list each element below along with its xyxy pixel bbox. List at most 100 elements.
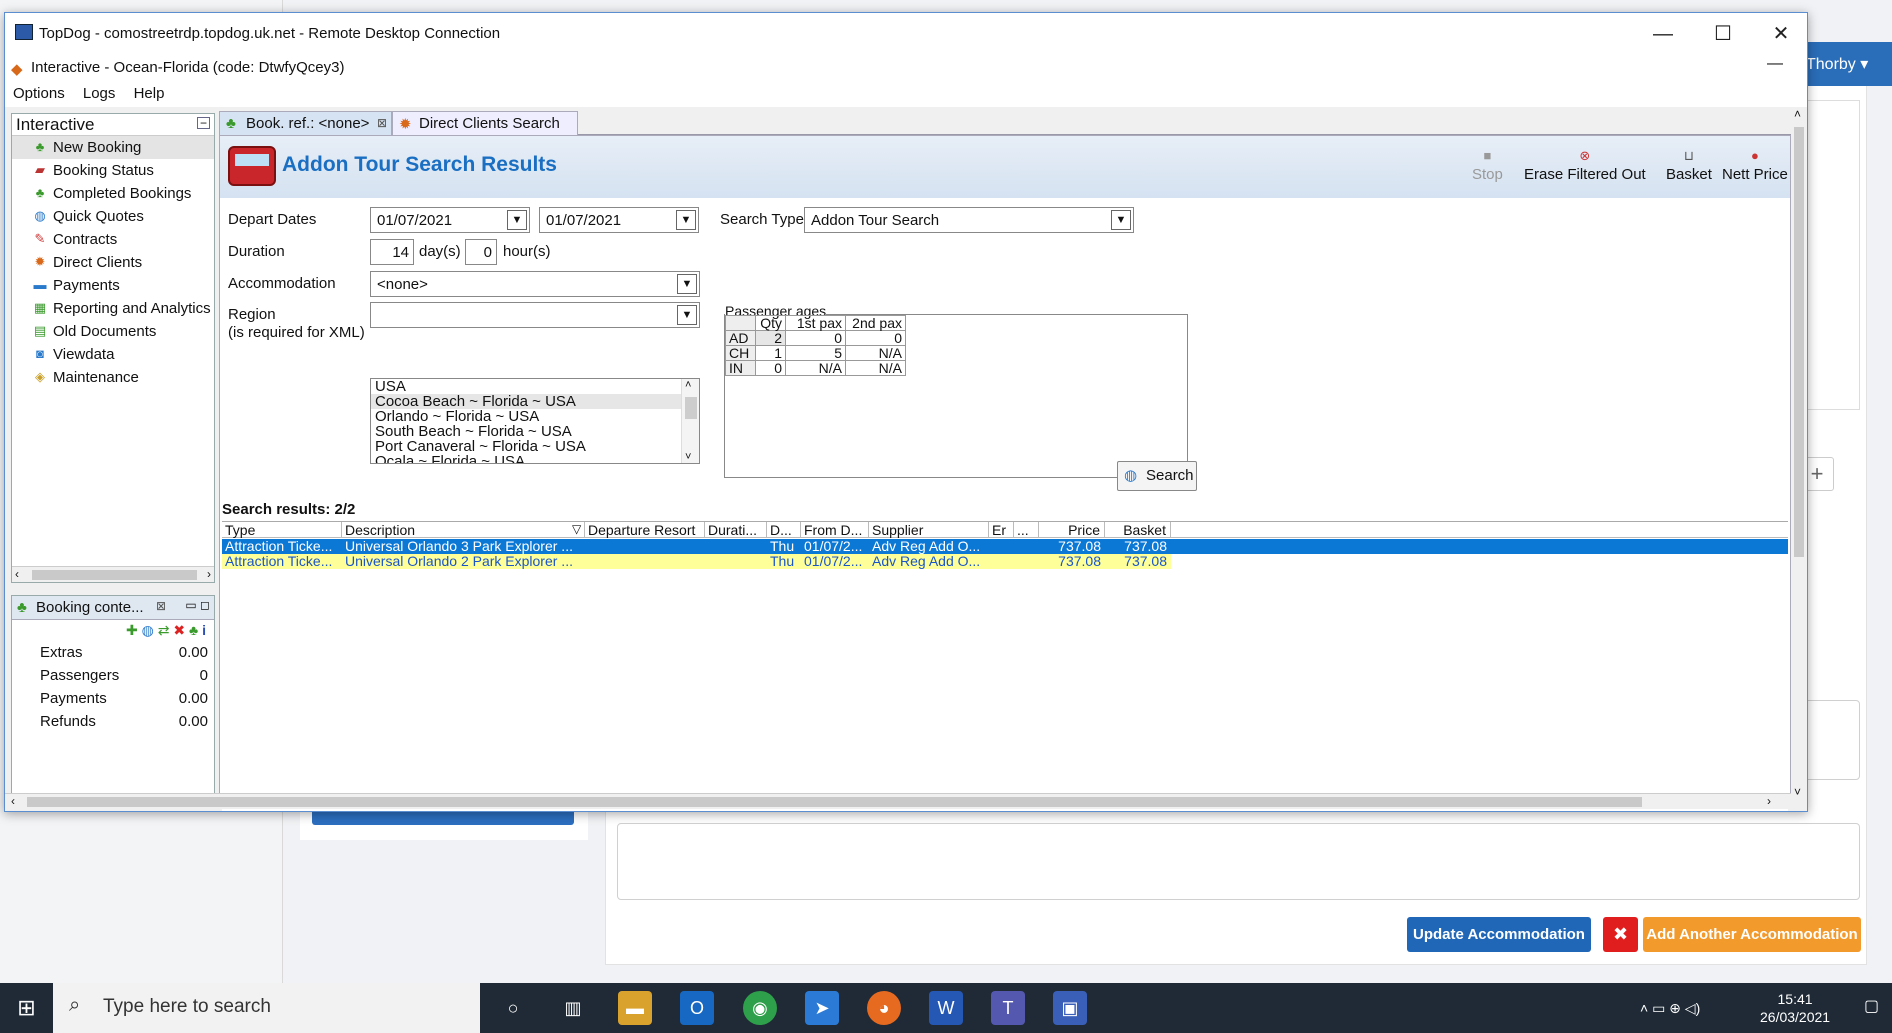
nav-old-documents[interactable]: ▤ Old Documents: [12, 320, 214, 343]
column-header-basket[interactable]: Basket: [1105, 522, 1171, 538]
booking-contents-tab[interactable]: ♣ Booking conte... ⊠ ▭ ◻: [12, 596, 214, 620]
teams-icon[interactable]: T: [991, 991, 1025, 1025]
duration-days-field[interactable]: 14: [370, 239, 414, 265]
chevron-down-icon[interactable]: ▼: [676, 210, 696, 230]
basket-button[interactable]: ⊔ Basket: [1666, 148, 1712, 183]
update-accommodation-button[interactable]: Update Accommodation: [1407, 917, 1591, 952]
scroll-right-icon[interactable]: ›: [207, 567, 211, 581]
notifications-icon[interactable]: ▢: [1864, 996, 1879, 1016]
file-explorer-icon[interactable]: ▬: [618, 991, 652, 1025]
delete-icon[interactable]: ✖: [173, 622, 185, 638]
tab-book-ref[interactable]: ♣ Book. ref.: <none> ⊠: [219, 111, 392, 135]
refresh-icon[interactable]: ◍: [142, 622, 154, 638]
menu-options[interactable]: Options: [13, 85, 65, 102]
depart-to-field[interactable]: 01/07/2021 ▼: [539, 207, 699, 233]
column-header-description[interactable]: Description: [342, 522, 585, 538]
scroll-down-icon[interactable]: ˅: [1794, 785, 1801, 799]
add-icon[interactable]: ✚: [126, 622, 138, 638]
outlook-icon[interactable]: O: [680, 991, 714, 1025]
region-select[interactable]: ▼: [370, 302, 700, 328]
pax-cell[interactable]: 1: [755, 345, 786, 361]
scroll-left-icon[interactable]: ‹: [11, 794, 15, 808]
nav-viewdata[interactable]: ◙ Viewdata: [12, 343, 214, 366]
maximize-icon[interactable]: ☐: [1698, 19, 1748, 49]
nav-completed-bookings[interactable]: ♣ Completed Bookings: [12, 182, 214, 205]
nav-reporting[interactable]: ▦ Reporting and Analytics: [12, 297, 214, 320]
window-controls-icon[interactable]: ▭ ◻: [185, 598, 210, 612]
pax-cell[interactable]: N/A: [845, 345, 906, 361]
table-row[interactable]: Attraction Ticke... Universal Orlando 2 …: [222, 554, 1788, 569]
palm-tree-icon[interactable]: ♣: [189, 622, 198, 638]
table-row[interactable]: Attraction Ticke... Universal Orlando 3 …: [222, 539, 1788, 554]
remote-desktop-icon[interactable]: ▣: [1053, 991, 1087, 1025]
pax-cell[interactable]: 0: [845, 330, 906, 346]
pax-cell[interactable]: 0: [755, 360, 786, 376]
cortana-icon[interactable]: ○: [496, 991, 530, 1025]
column-header-extra[interactable]: ...: [1014, 522, 1039, 538]
pax-cell[interactable]: 2: [755, 330, 786, 346]
taskbar-clock[interactable]: 15:41 26/03/2021: [1760, 990, 1830, 1026]
collapse-icon[interactable]: −: [197, 117, 210, 129]
list-scrollbar[interactable]: ˄ ˅: [681, 379, 699, 463]
passenger-ages-table[interactable]: Qty 1st pax 2nd pax AD 2 0 0 CH 1 5 N/A …: [725, 315, 906, 376]
region-list[interactable]: USA Cocoa Beach ~ Florida ~ USA Orlando …: [370, 378, 700, 464]
column-header-day[interactable]: D...: [767, 522, 801, 538]
nav-direct-clients[interactable]: ✹ Direct Clients: [12, 251, 214, 274]
pax-cell[interactable]: N/A: [785, 360, 846, 376]
list-item[interactable]: South Beach ~ Florida ~ USA: [371, 424, 699, 439]
nav-quick-quotes[interactable]: ◍ Quick Quotes: [12, 205, 214, 228]
column-header-from-date[interactable]: From D...: [801, 522, 869, 538]
depart-from-field[interactable]: 01/07/2021 ▼: [370, 207, 530, 233]
horizontal-scrollbar[interactable]: ‹ ›: [5, 793, 1791, 809]
scroll-thumb[interactable]: [32, 570, 197, 580]
minimize-icon[interactable]: —: [1638, 19, 1688, 49]
chevron-down-icon[interactable]: ▼: [1111, 210, 1131, 230]
nav-maintenance[interactable]: ◈ Maintenance: [12, 366, 214, 389]
windows-start-icon[interactable]: ⊞: [0, 983, 53, 1033]
chevron-down-icon[interactable]: ▼: [677, 274, 697, 294]
accommodation-select[interactable]: <none> ▼: [370, 271, 700, 297]
list-item[interactable]: Port Canaveral ~ Florida ~ USA: [371, 439, 699, 454]
scroll-thumb[interactable]: [27, 797, 1642, 807]
search-type-select[interactable]: Addon Tour Search ▼: [804, 207, 1134, 233]
transfer-icon[interactable]: ⇄: [158, 622, 170, 638]
scroll-right-icon[interactable]: ›: [1767, 794, 1771, 808]
system-tray-icons[interactable]: ˄ ▭ ⊕ ◁): [1640, 1000, 1700, 1017]
info-icon[interactable]: i: [202, 622, 206, 638]
duration-hours-field[interactable]: 0: [465, 239, 497, 265]
scroll-up-icon[interactable]: ˄: [1794, 107, 1801, 121]
menu-logs[interactable]: Logs: [83, 85, 116, 102]
chevron-down-icon[interactable]: ▼: [507, 210, 527, 230]
column-header-price[interactable]: Price: [1039, 522, 1105, 538]
remove-accommodation-button[interactable]: ✖: [1603, 917, 1638, 952]
tab-direct-clients-search[interactable]: ✹ Direct Clients Search: [392, 111, 578, 135]
close-tab-icon[interactable]: ⊠: [156, 599, 166, 613]
pax-cell[interactable]: 0: [785, 330, 846, 346]
close-tab-icon[interactable]: ⊠: [377, 116, 387, 130]
column-header-departure-resort[interactable]: Departure Resort: [585, 522, 705, 538]
scroll-left-icon[interactable]: ‹: [15, 567, 19, 581]
close-icon[interactable]: ✕: [1756, 19, 1806, 49]
search-button[interactable]: ◍ Search: [1117, 461, 1197, 491]
add-another-accommodation-button[interactable]: Add Another Accommodation: [1643, 917, 1861, 952]
nav-contracts[interactable]: ✎ Contracts: [12, 228, 214, 251]
column-header-duration[interactable]: Durati...: [705, 522, 767, 538]
column-header-type[interactable]: Type: [222, 522, 342, 538]
vertical-scrollbar[interactable]: ˄ ˅: [1791, 107, 1807, 809]
list-item[interactable]: USA: [371, 379, 699, 394]
pax-cell[interactable]: 5: [785, 345, 846, 361]
scroll-thumb[interactable]: [1794, 127, 1804, 557]
nav-horizontal-scrollbar[interactable]: ‹ ›: [12, 566, 214, 582]
list-item[interactable]: Orlando ~ Florida ~ USA: [371, 409, 699, 424]
list-item[interactable]: Cocoa Beach ~ Florida ~ USA: [371, 394, 699, 409]
menu-help[interactable]: Help: [134, 85, 165, 102]
firefox-icon[interactable]: ◕: [867, 991, 901, 1025]
taskbar-search[interactable]: ⌕ Type here to search: [53, 983, 480, 1033]
stop-button[interactable]: ■ Stop: [1472, 148, 1503, 183]
pax-cell[interactable]: N/A: [845, 360, 906, 376]
comments-textarea[interactable]: [617, 823, 1860, 900]
filter-icon[interactable]: ▽: [572, 522, 581, 536]
task-view-icon[interactable]: ▥: [556, 991, 590, 1025]
word-icon[interactable]: W: [929, 991, 963, 1025]
list-item[interactable]: Ocala ~ Florida ~ USA: [371, 454, 699, 463]
